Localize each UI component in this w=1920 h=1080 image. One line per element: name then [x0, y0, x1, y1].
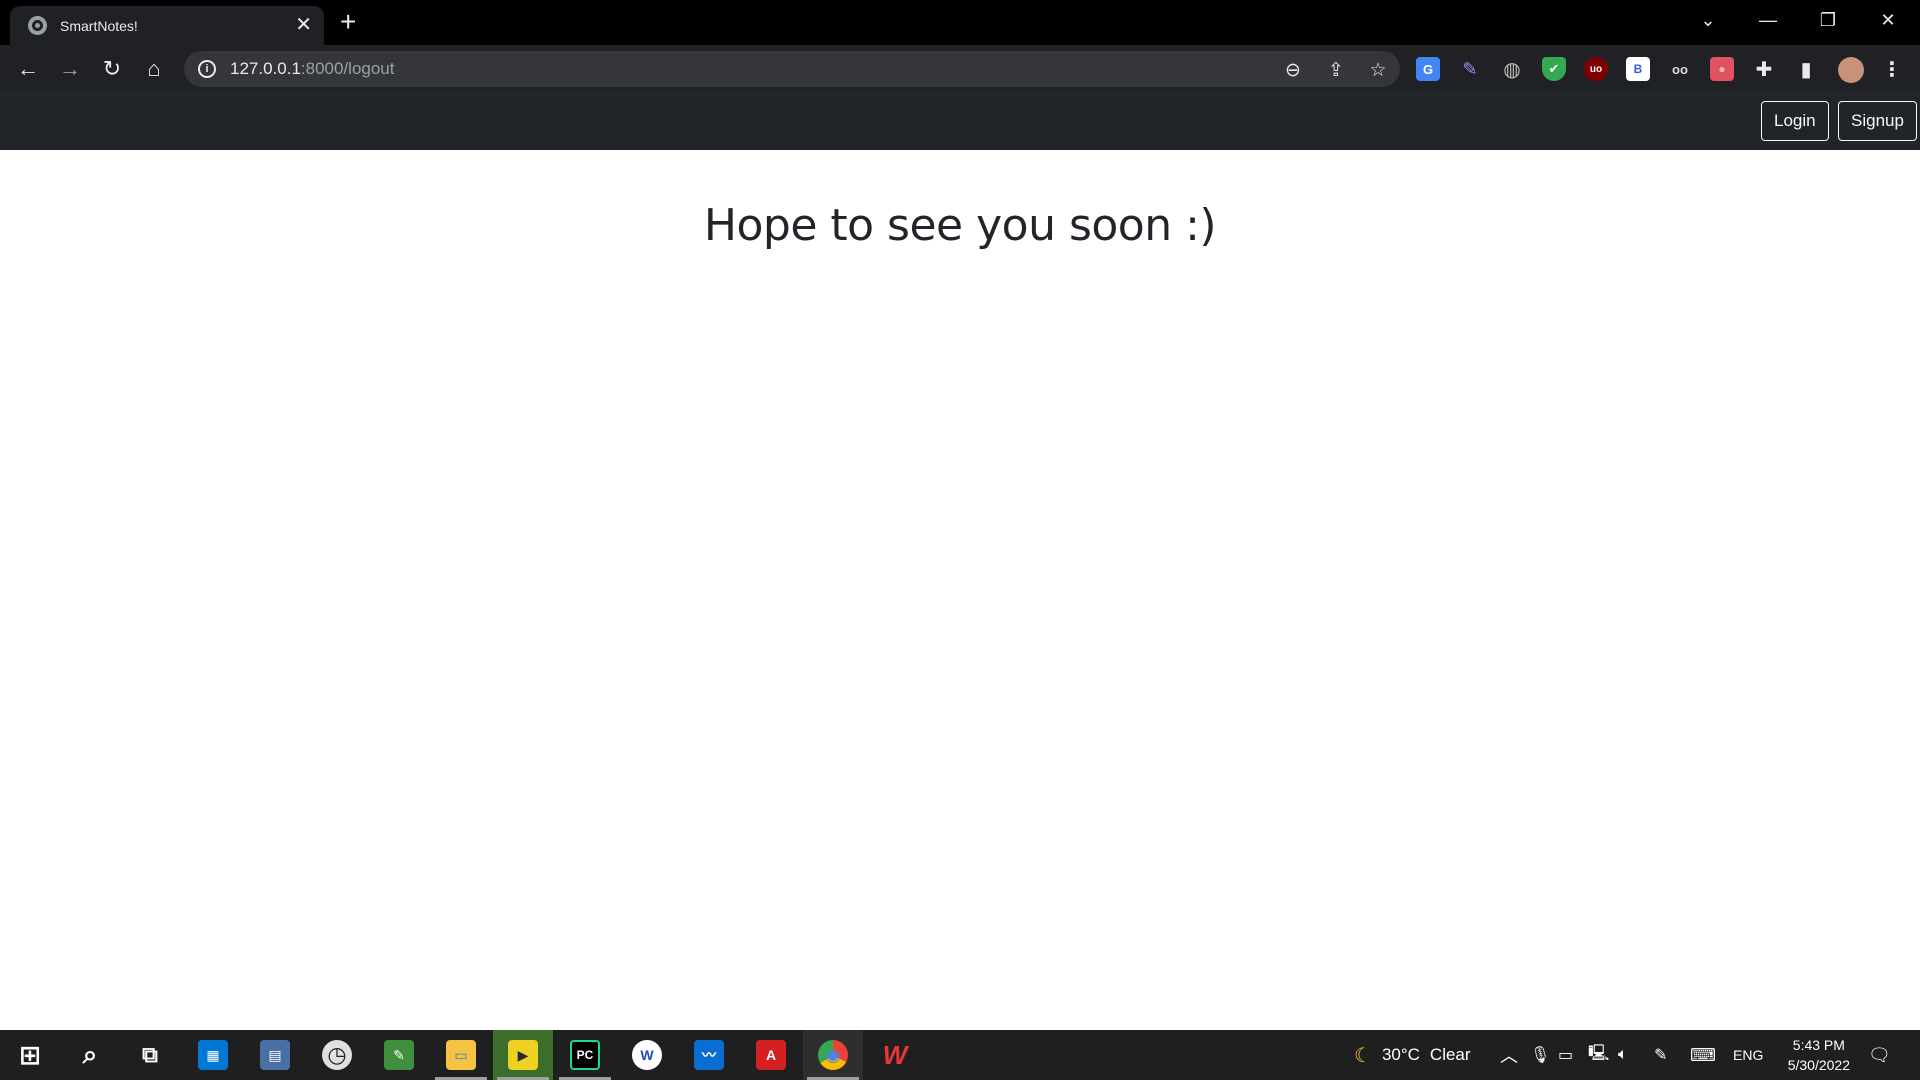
reload-button[interactable]: ↻ — [96, 53, 128, 85]
battery-icon: ▭ — [1558, 1047, 1574, 1064]
login-button[interactable]: Login — [1761, 101, 1829, 141]
bookmark-star-icon[interactable]: ☆ — [1367, 59, 1389, 81]
file-explorer-app[interactable]: ▭ — [431, 1030, 491, 1080]
url-text[interactable]: 127.0.0.1:8000/logout — [230, 59, 395, 79]
signup-button[interactable]: Signup — [1838, 101, 1917, 141]
restore-button[interactable]: ❐ — [1798, 0, 1858, 40]
globe-favicon-icon — [28, 16, 47, 35]
language-text: ENG — [1733, 1047, 1764, 1063]
close-tab-icon[interactable]: ✕ — [295, 15, 312, 35]
chrome-app-icon: ◉ — [818, 1040, 848, 1070]
chrome-app[interactable]: ◉ — [803, 1030, 863, 1080]
zoom-icon[interactable]: ⊖ — [1282, 59, 1304, 81]
wps-app-icon: W — [882, 1039, 908, 1070]
new-tab-button[interactable]: + — [340, 8, 356, 36]
windows-taskbar: ⊞ ⌕ ⧉ ▦ ▤ ◷ ✎ ▭ ▶ PC W 〰 A ◉ W ☾ 30°C Cl… — [0, 1030, 1920, 1080]
site-info-icon[interactable]: i — [198, 60, 216, 78]
ublock-extension-icon[interactable]: uo — [1584, 57, 1608, 81]
globe-extension-icon[interactable]: ◍ — [1500, 57, 1524, 81]
mic-icon[interactable]: 🎙︎ — [1530, 1030, 1550, 1080]
translate-extension-icon[interactable]: G — [1416, 57, 1440, 81]
taskbar-clock[interactable]: 5:43 PM 5/30/2022 — [1788, 1035, 1850, 1075]
forward-button[interactable]: → — [54, 53, 86, 85]
address-bar[interactable]: i 127.0.0.1:8000/logout ⊖ ⇪ ☆ — [184, 51, 1400, 87]
url-host: 127.0.0.1 — [230, 59, 301, 78]
pen-tray[interactable]: ✎ — [1654, 1030, 1667, 1080]
file-explorer-icon: ▭ — [446, 1040, 476, 1070]
clock-app-icon: ◷ — [322, 1040, 352, 1070]
weather-temp: 30°C — [1381, 1045, 1420, 1064]
feather-extension-icon[interactable]: ✎ — [1458, 57, 1482, 81]
calculator-app-icon: ▤ — [260, 1040, 290, 1070]
site-navbar: Login Signup — [0, 91, 1920, 150]
store-app[interactable]: ▦ — [183, 1030, 243, 1080]
network-icon: 🖳 — [1588, 1044, 1610, 1062]
weather-desc: Clear — [1429, 1045, 1471, 1064]
shield-extension-icon[interactable]: ✔ — [1542, 57, 1566, 81]
player-app[interactable]: ▶ — [493, 1030, 553, 1080]
network-tray[interactable]: 🖳 — [1588, 1030, 1609, 1080]
start-button[interactable]: ⊞ — [0, 1030, 60, 1080]
share-icon[interactable]: ⇪ — [1325, 59, 1347, 81]
minimize-button[interactable]: — — [1738, 0, 1798, 40]
profile-avatar[interactable] — [1838, 57, 1864, 83]
clock-time: 5:43 PM — [1792, 1037, 1845, 1053]
calculator-app[interactable]: ▤ — [245, 1030, 305, 1080]
back-button[interactable]: ← — [12, 53, 44, 85]
url-path: :8000/logout — [300, 59, 395, 78]
pen-icon: ✎ — [1654, 1047, 1668, 1064]
app-w-icon: W — [632, 1040, 662, 1070]
keyboard-icon: ⌨ — [1690, 1044, 1716, 1065]
moon-icon: ☾ — [1354, 1044, 1372, 1067]
editor-app-icon: ✎ — [384, 1040, 414, 1070]
clock-date: 5/30/2022 — [1787, 1057, 1850, 1073]
task-view-icon: ⧉ — [142, 1042, 158, 1067]
glasses-extension-icon[interactable]: oo — [1668, 57, 1692, 81]
language-indicator[interactable]: ENG — [1733, 1030, 1763, 1080]
battery-tray[interactable]: ▭ — [1558, 1030, 1573, 1080]
puzzle-extensions-icon[interactable]: ✚ — [1752, 57, 1776, 81]
notification-icon: 🗨︎ — [1868, 1044, 1891, 1065]
editor-app[interactable]: ✎ — [369, 1030, 429, 1080]
close-window-button[interactable]: ✕ — [1858, 0, 1918, 40]
task-view-button[interactable]: ⧉ — [120, 1030, 180, 1080]
show-hidden-icons[interactable]: ︿ — [1500, 1030, 1518, 1080]
notifications-button[interactable]: 🗨︎ — [1868, 1030, 1891, 1080]
home-button[interactable]: ⌂ — [138, 53, 170, 85]
player-app-icon: ▶ — [508, 1040, 538, 1070]
search-taskbar-button[interactable]: ⌕ — [60, 1030, 120, 1080]
side-panel-icon[interactable]: ▮ — [1794, 57, 1818, 81]
store-app-icon: ▦ — [198, 1040, 228, 1070]
acrobat-app[interactable]: A — [741, 1030, 801, 1080]
tab-strip: SmartNotes! ✕ + ⌄ — ❐ ✕ — [0, 0, 1920, 45]
recorder-extension-icon[interactable]: ● — [1710, 57, 1734, 81]
b-extension-icon[interactable]: B — [1626, 57, 1650, 81]
chevron-up-icon: ︿ — [1500, 1046, 1518, 1066]
weather-widget[interactable]: ☾ 30°C Clear — [1354, 1030, 1471, 1080]
pycharm-app-icon: PC — [570, 1040, 600, 1070]
volume-tray[interactable]: 🔈︎ — [1618, 1030, 1628, 1080]
wps-app[interactable]: W — [865, 1030, 925, 1080]
touch-keyboard-tray[interactable]: ⌨ — [1690, 1030, 1716, 1080]
search-icon: ⌕ — [82, 1039, 98, 1069]
pycharm-app[interactable]: PC — [555, 1030, 615, 1080]
whiteboard-app-icon: 〰 — [694, 1040, 724, 1070]
tab-search-icon[interactable]: ⌄ — [1678, 0, 1738, 40]
volume-icon: 🔈︎ — [1618, 1046, 1628, 1063]
browser-tab[interactable]: SmartNotes! ✕ — [10, 6, 324, 45]
windows-logo-icon: ⊞ — [19, 1039, 41, 1070]
w-app[interactable]: W — [617, 1030, 677, 1080]
tab-title: SmartNotes! — [60, 17, 138, 34]
page-heading: Hope to see you soon :) — [703, 200, 1217, 251]
chrome-menu-icon[interactable]: ⋮ — [1880, 57, 1904, 81]
microphone-icon: 🎙︎ — [1530, 1047, 1551, 1064]
clock-app[interactable]: ◷ — [307, 1030, 367, 1080]
whiteboard-app[interactable]: 〰 — [679, 1030, 739, 1080]
acrobat-app-icon: A — [756, 1040, 786, 1070]
